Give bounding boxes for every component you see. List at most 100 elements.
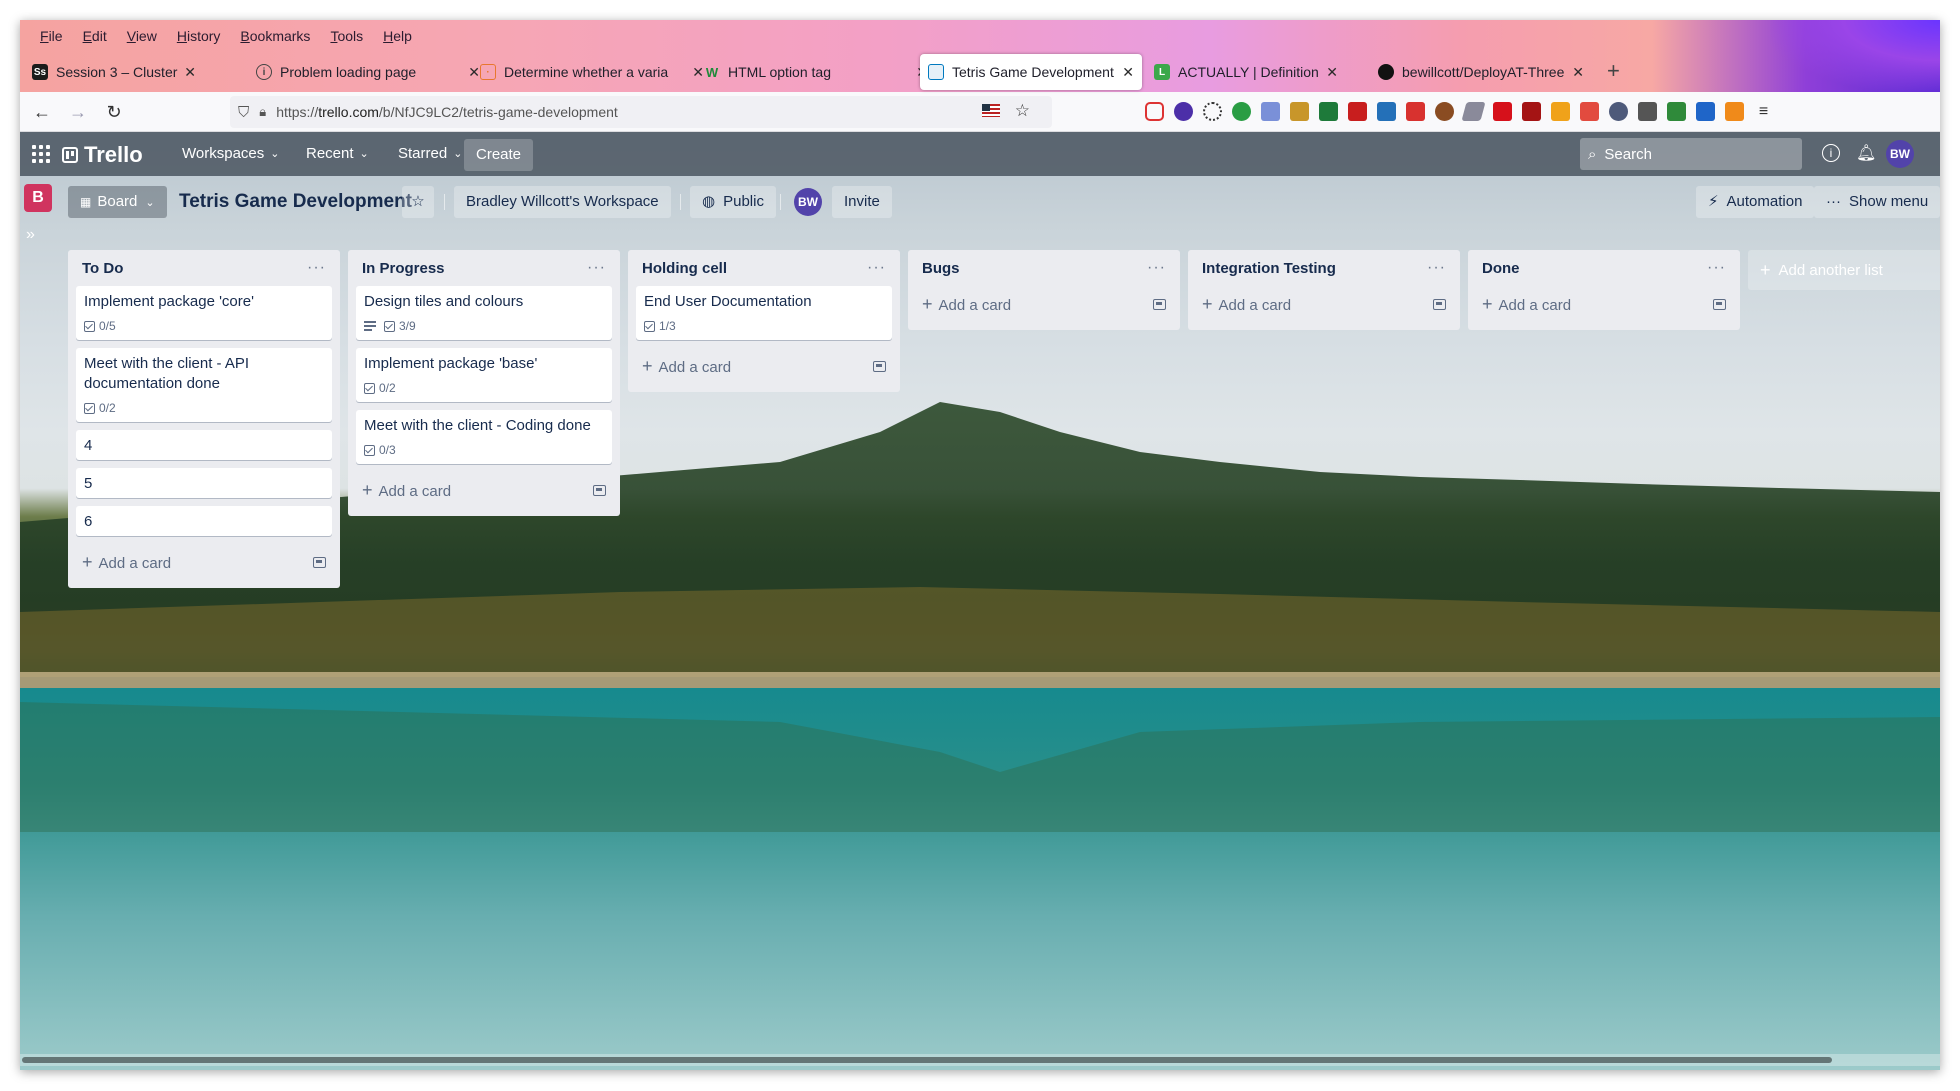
extension-icon[interactable]: [1551, 102, 1570, 121]
extension-icon[interactable]: [1174, 102, 1193, 121]
list-title[interactable]: Integration Testing: [1202, 260, 1336, 277]
forward-arrow-icon[interactable]: →: [66, 100, 90, 124]
add-card-button[interactable]: + Add a card: [636, 348, 892, 384]
browser-tab[interactable]: i Problem loading page ✕: [248, 54, 488, 90]
extension-icon[interactable]: [1638, 102, 1657, 121]
close-tab-icon[interactable]: ✕: [184, 64, 196, 81]
workspaces-dropdown[interactable]: Workspaces ⌄: [176, 140, 285, 168]
close-tab-icon[interactable]: ✕: [1572, 64, 1584, 81]
list-actions-icon[interactable]: ···: [1147, 259, 1166, 277]
card-template-icon[interactable]: [593, 484, 606, 496]
menu-help[interactable]: Help: [373, 26, 422, 46]
list-header[interactable]: Bugs ···: [916, 250, 1172, 286]
card[interactable]: 5: [76, 468, 332, 498]
add-card-button[interactable]: + Add a card: [356, 472, 612, 508]
browser-tab[interactable]: bewillcott/DeployAT-Three ✕: [1370, 54, 1592, 90]
list-actions-icon[interactable]: ···: [587, 259, 606, 277]
create-button[interactable]: Create: [464, 139, 534, 171]
extension-icon[interactable]: [1319, 102, 1338, 121]
extension-icon[interactable]: [1461, 102, 1486, 121]
workspace-badge[interactable]: B: [24, 184, 52, 212]
extension-icon[interactable]: [1696, 102, 1715, 121]
show-menu-button[interactable]: ··· Show menu: [1814, 186, 1940, 218]
list-header[interactable]: To Do ···: [76, 250, 332, 286]
card-template-icon[interactable]: [873, 360, 886, 372]
extension-icon[interactable]: [1348, 102, 1367, 121]
add-card-button[interactable]: + Add a card: [1476, 286, 1732, 322]
extension-icon[interactable]: [1667, 102, 1686, 121]
browser-tab-active[interactable]: Tetris Game Development ✕: [920, 54, 1142, 90]
extension-icon[interactable]: [1203, 102, 1222, 121]
browser-tab[interactable]: Ss Session 3 – Cluster - Softw ✕: [24, 54, 204, 90]
menu-history[interactable]: History: [167, 26, 231, 46]
add-card-button[interactable]: + Add a card: [1196, 286, 1452, 322]
list-title[interactable]: Bugs: [922, 260, 960, 277]
search-input[interactable]: ⌕ Search: [1580, 138, 1802, 170]
board-view-switcher[interactable]: ▦ Board ⌄: [68, 186, 167, 218]
card[interactable]: 4: [76, 430, 332, 460]
add-card-button[interactable]: + Add a card: [916, 286, 1172, 322]
horizontal-scrollbar[interactable]: [20, 1054, 1940, 1066]
browser-tab[interactable]: W HTML option tag ✕: [696, 54, 936, 90]
extension-icon[interactable]: [1725, 102, 1744, 121]
card-template-icon[interactable]: [1433, 298, 1446, 310]
lock-icon[interactable]: 🔒︎: [259, 104, 266, 120]
card[interactable]: 6: [76, 506, 332, 536]
list-title[interactable]: In Progress: [362, 260, 445, 277]
card[interactable]: Design tiles and colours 3/9: [356, 286, 612, 340]
card-template-icon[interactable]: [1713, 298, 1726, 310]
info-icon[interactable]: i: [1822, 144, 1840, 162]
close-tab-icon[interactable]: ✕: [1326, 64, 1338, 81]
list-header[interactable]: Done ···: [1476, 250, 1732, 286]
shield-icon[interactable]: ⛉: [238, 104, 249, 121]
menu-file[interactable]: File: [30, 26, 73, 46]
add-card-button[interactable]: + Add a card: [76, 544, 332, 580]
card[interactable]: Implement package 'core' 0/5: [76, 286, 332, 340]
close-tab-icon[interactable]: ✕: [1122, 64, 1134, 81]
hamburger-menu-icon[interactable]: ≡: [1754, 102, 1773, 121]
list-actions-icon[interactable]: ···: [1707, 259, 1726, 277]
extension-icon[interactable]: [1377, 102, 1396, 121]
extension-icon[interactable]: [1232, 102, 1251, 121]
bookmark-star-icon[interactable]: ☆: [1015, 101, 1030, 121]
app-switcher-icon[interactable]: [32, 145, 50, 163]
extension-icon[interactable]: [1609, 102, 1628, 121]
list-actions-icon[interactable]: ···: [307, 259, 326, 277]
card-template-icon[interactable]: [313, 556, 326, 568]
board-member-avatar[interactable]: BW: [794, 188, 822, 216]
add-another-list-button[interactable]: + Add another list: [1748, 250, 1940, 290]
menu-bookmarks[interactable]: Bookmarks: [230, 26, 320, 46]
star-board-icon[interactable]: ☆: [402, 186, 434, 218]
visibility-button[interactable]: ◍ Public: [690, 186, 776, 218]
extension-icon[interactable]: [1493, 102, 1512, 121]
extension-icon[interactable]: [1261, 102, 1280, 121]
board-title[interactable]: Tetris Game Development: [175, 186, 416, 218]
card[interactable]: Meet with the client - Coding done 0/3: [356, 410, 612, 464]
browser-tab[interactable]: · Determine whether a varia ✕: [472, 54, 712, 90]
extension-icon[interactable]: [1406, 102, 1425, 121]
menu-tools[interactable]: Tools: [320, 26, 373, 46]
extension-icon[interactable]: [1435, 102, 1454, 121]
list-header[interactable]: In Progress ···: [356, 250, 612, 286]
starred-dropdown[interactable]: Starred ⌄: [392, 140, 468, 168]
list-title[interactable]: Done: [1482, 260, 1520, 277]
card[interactable]: End User Documentation 1/3: [636, 286, 892, 340]
url-bar[interactable]: ⛉ 🔒︎ https://trello.com/b/NfJC9LC2/tetri…: [230, 96, 1052, 128]
card[interactable]: Meet with the client - API documentation…: [76, 348, 332, 422]
list-header[interactable]: Integration Testing ···: [1196, 250, 1452, 286]
flag-icon[interactable]: [982, 104, 1000, 117]
list-title[interactable]: Holding cell: [642, 260, 727, 277]
recent-dropdown[interactable]: Recent ⌄: [300, 140, 375, 168]
extension-icon[interactable]: [1522, 102, 1541, 121]
expand-sidebar-icon[interactable]: »: [26, 226, 35, 244]
pocket-icon[interactable]: [1145, 102, 1164, 121]
invite-button[interactable]: Invite: [832, 186, 892, 218]
extension-icon[interactable]: [1290, 102, 1309, 121]
scrollbar-thumb[interactable]: [22, 1057, 1832, 1063]
automation-button[interactable]: ⚡︎ Automation: [1696, 186, 1815, 218]
list-title[interactable]: To Do: [82, 260, 123, 277]
reload-icon[interactable]: ↻: [102, 100, 126, 124]
new-tab-plus-icon[interactable]: +: [1607, 60, 1620, 82]
list-header[interactable]: Holding cell ···: [636, 250, 892, 286]
user-avatar[interactable]: BW: [1886, 140, 1914, 168]
